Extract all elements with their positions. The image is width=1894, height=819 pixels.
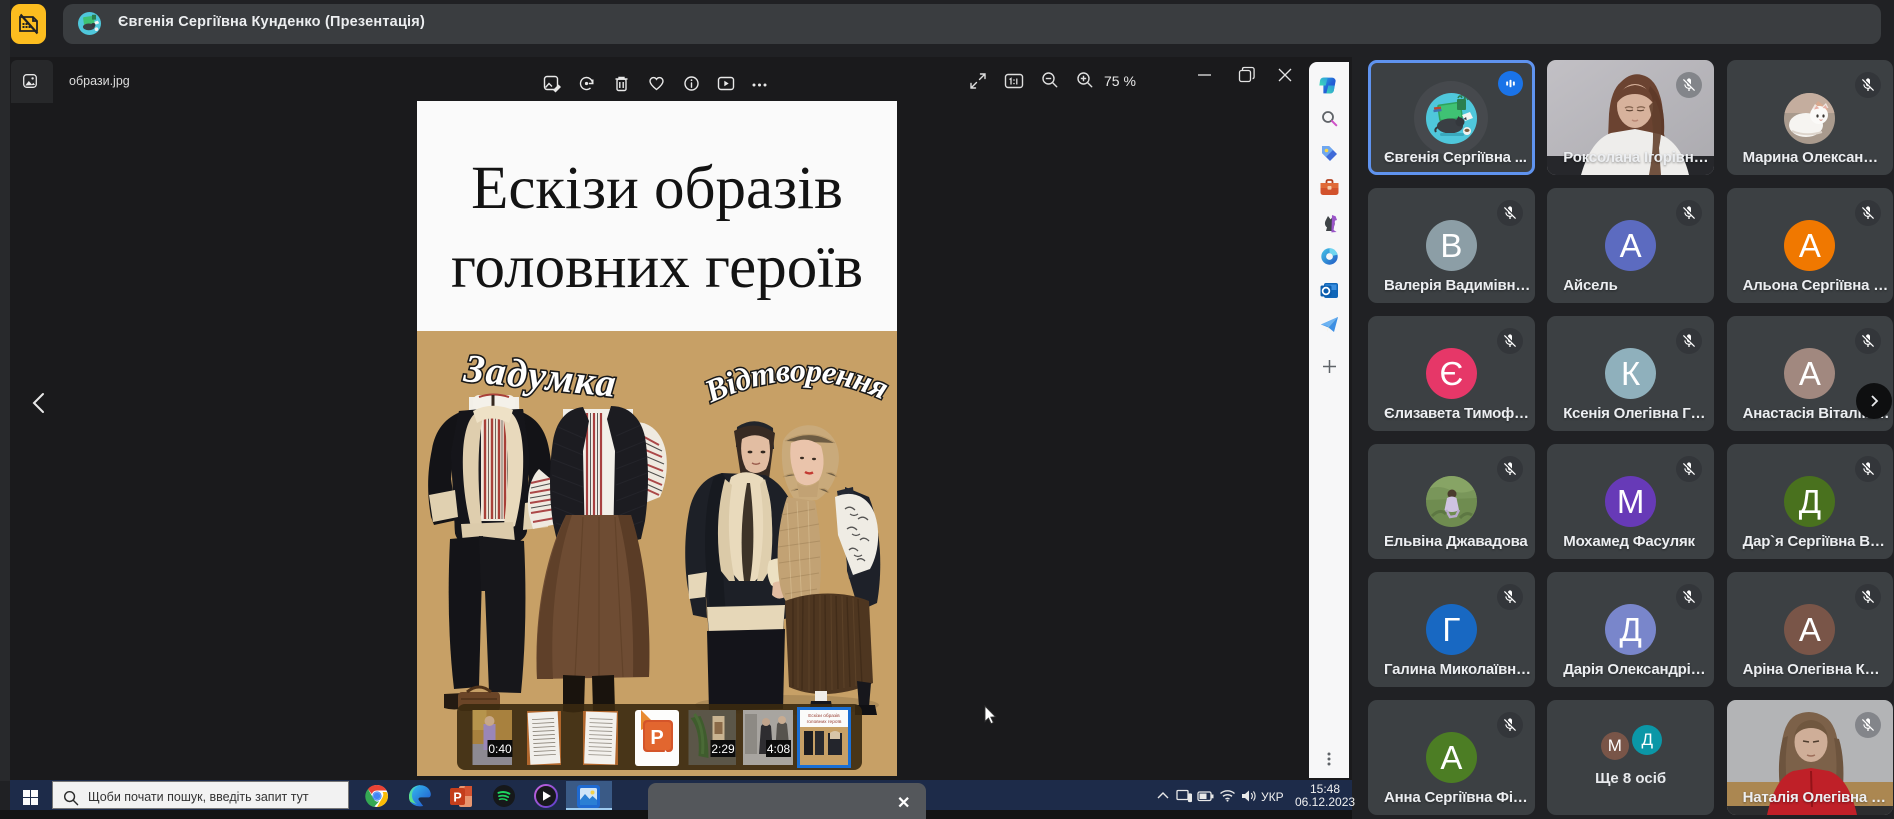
svg-text:Відтворення: Відтворення xyxy=(698,352,893,410)
svg-text:P: P xyxy=(453,791,461,805)
svg-text:2:29: 2:29 xyxy=(711,742,735,756)
svg-text:Ескізи образів: Ескізи образів xyxy=(808,713,840,719)
svg-text:0:40: 0:40 xyxy=(488,742,512,756)
svg-text:4:08: 4:08 xyxy=(767,742,791,756)
svg-text:P: P xyxy=(650,727,663,749)
svg-text:головних героїв: головних героїв xyxy=(807,719,842,725)
